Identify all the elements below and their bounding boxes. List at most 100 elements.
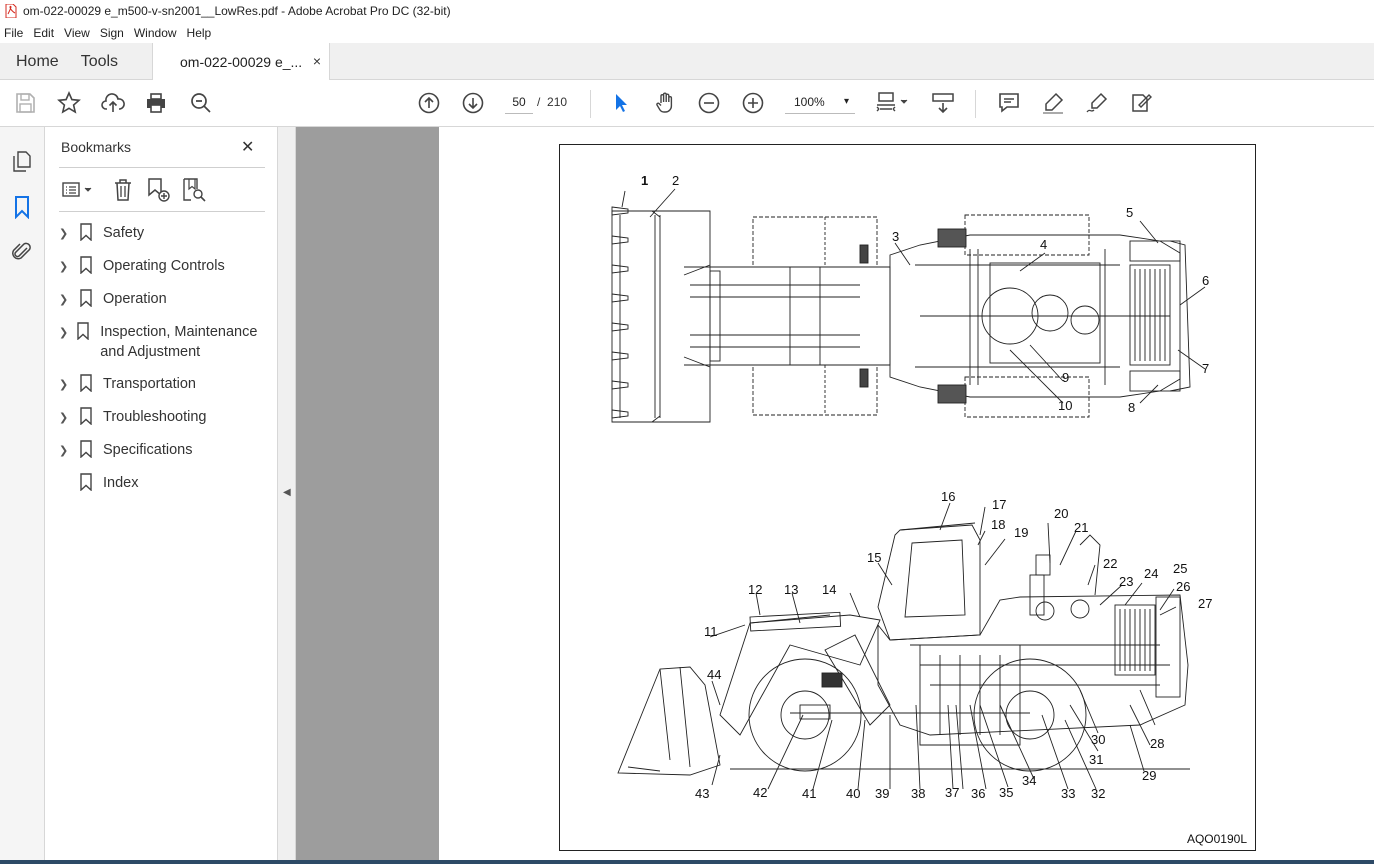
menu-help[interactable]: Help [183, 26, 216, 40]
bookmark-panel-icon[interactable] [10, 195, 34, 219]
callout-20: 20 [1054, 506, 1068, 521]
tab-home[interactable]: Home [0, 43, 73, 80]
page-gutter [296, 127, 439, 864]
callout-28: 28 [1150, 736, 1164, 751]
scroll-mode-icon[interactable] [930, 90, 956, 116]
menu-edit[interactable]: Edit [29, 26, 58, 40]
callout-39: 39 [875, 786, 889, 801]
callout-26: 26 [1176, 579, 1190, 594]
menu-view[interactable]: View [60, 26, 94, 40]
zoom-level-select[interactable]: 100% ▾ [785, 90, 855, 114]
callout-36: 36 [971, 786, 985, 801]
bookmark-label: Index [103, 475, 139, 491]
page-total: / 210 [537, 95, 567, 109]
stamp-tools-icon[interactable] [1128, 90, 1154, 116]
zoom-out-icon[interactable] [696, 90, 722, 116]
close-icon[interactable]: ✕ [241, 137, 254, 157]
toolbar [0, 80, 1374, 127]
menu-window[interactable]: Window [130, 26, 181, 40]
callout-22: 22 [1103, 556, 1117, 571]
bookmark-item[interactable]: ❯ Operating Controls [59, 256, 271, 277]
bookmark-item[interactable]: ❯ Troubleshooting [59, 407, 271, 428]
next-page-icon[interactable] [460, 90, 486, 116]
tab-close-icon[interactable]: × [313, 53, 321, 69]
print-icon[interactable] [143, 90, 169, 116]
tab-document[interactable]: om-022-00029 e_... × [152, 43, 330, 80]
sign-pen-icon[interactable] [1084, 90, 1110, 116]
title-bar: om-022-00029 e_m500-v-sn2001__LowRes.pdf… [0, 0, 1374, 22]
menu-sign[interactable]: Sign [96, 26, 128, 40]
delete-bookmark-icon[interactable] [111, 177, 135, 203]
bookmark-icon [80, 374, 92, 392]
callout-4: 4 [1040, 237, 1047, 252]
save-icon[interactable] [12, 90, 38, 116]
page-thumbnails-icon[interactable] [10, 149, 34, 173]
attachment-icon[interactable] [10, 240, 34, 264]
callout-2: 2 [672, 173, 679, 188]
toolbar-divider [590, 90, 591, 118]
bookmark-item[interactable]: ❯ Inspection, Maintenance and Adjustment [59, 322, 271, 362]
new-bookmark-icon[interactable] [145, 177, 171, 203]
zoom-level-value: 100% [794, 95, 825, 109]
callout-5: 5 [1126, 205, 1133, 220]
bookmark-icon [80, 223, 92, 241]
fit-page-icon[interactable] [873, 90, 911, 116]
hand-tool-icon[interactable] [652, 90, 678, 116]
chevron-right-icon[interactable]: ❯ [59, 407, 71, 428]
chevron-right-icon[interactable]: ❯ [59, 289, 71, 310]
menu-file[interactable]: File [0, 26, 27, 40]
callout-25: 25 [1173, 561, 1187, 576]
previous-page-icon[interactable] [416, 90, 442, 116]
chevron-right-icon[interactable]: ❯ [59, 440, 71, 461]
callout-42: 42 [753, 785, 767, 800]
bookmark-icon [80, 289, 92, 307]
divider [59, 167, 265, 168]
zoom-search-icon[interactable] [188, 90, 214, 116]
menu-bar: File Edit View Sign Window Help [0, 22, 1374, 43]
select-cursor-icon[interactable] [608, 90, 634, 116]
bookmark-item[interactable]: ❯ Safety [59, 223, 271, 244]
bookmarks-panel: Bookmarks ✕ ❯ Safety ❯ Operating Controls ❯ O… [45, 127, 278, 864]
chevron-right-icon[interactable]: ❯ [59, 256, 71, 277]
callout-18: 18 [991, 517, 1005, 532]
callout-43: 43 [695, 786, 709, 801]
tab-bar: Home Tools om-022-00029 e_... × [0, 43, 1374, 80]
panel-splitter[interactable]: ◀ [278, 127, 296, 864]
callout-35: 35 [999, 785, 1013, 800]
bookmark-label: Operating Controls [103, 258, 225, 274]
chevron-down-icon: ▾ [843, 96, 849, 107]
chevron-right-icon[interactable]: ❯ [59, 374, 71, 395]
chevron-right-icon[interactable]: ❯ [59, 322, 68, 343]
zoom-in-icon[interactable] [740, 90, 766, 116]
collapse-panel-icon[interactable]: ◀ [283, 487, 291, 498]
cloud-upload-icon[interactable] [100, 90, 126, 116]
bookmark-options-icon[interactable] [61, 177, 95, 203]
taskbar-edge [0, 860, 1374, 864]
bookmark-item[interactable]: ❯ Specifications [59, 440, 271, 461]
callout-1: 1 [641, 173, 648, 188]
callout-3: 3 [892, 229, 899, 244]
star-icon[interactable] [56, 90, 82, 116]
highlight-pen-icon[interactable] [1040, 90, 1066, 116]
chevron-right-icon[interactable]: ❯ [59, 223, 71, 244]
pdf-page: 1 2 3 4 5 6 7 8 9 10 11 12 13 14 15 16 1… [559, 144, 1256, 851]
find-bookmark-icon[interactable] [181, 177, 207, 203]
callout-24: 24 [1144, 566, 1158, 581]
callout-29: 29 [1142, 768, 1156, 783]
callout-21: 21 [1074, 520, 1088, 535]
callout-19: 19 [1014, 525, 1028, 540]
page-number-input[interactable]: 50 [505, 90, 533, 114]
bookmark-item[interactable]: ❯ Operation [59, 289, 271, 310]
figure-code: AQO0190L [1186, 832, 1247, 846]
bookmark-item[interactable]: ❯ Transportation [59, 374, 271, 395]
callout-23: 23 [1119, 574, 1133, 589]
bookmark-item[interactable]: Index [59, 473, 271, 493]
callout-44: 44 [707, 667, 721, 682]
window-title: om-022-00029 e_m500-v-sn2001__LowRes.pdf… [23, 4, 451, 18]
tab-tools[interactable]: Tools [73, 43, 126, 80]
bookmark-label: Transportation [103, 376, 196, 392]
bookmark-icon [80, 256, 92, 274]
comment-icon[interactable] [996, 90, 1022, 116]
bookmark-label: Inspection, Maintenance and Adjustment [100, 324, 258, 360]
